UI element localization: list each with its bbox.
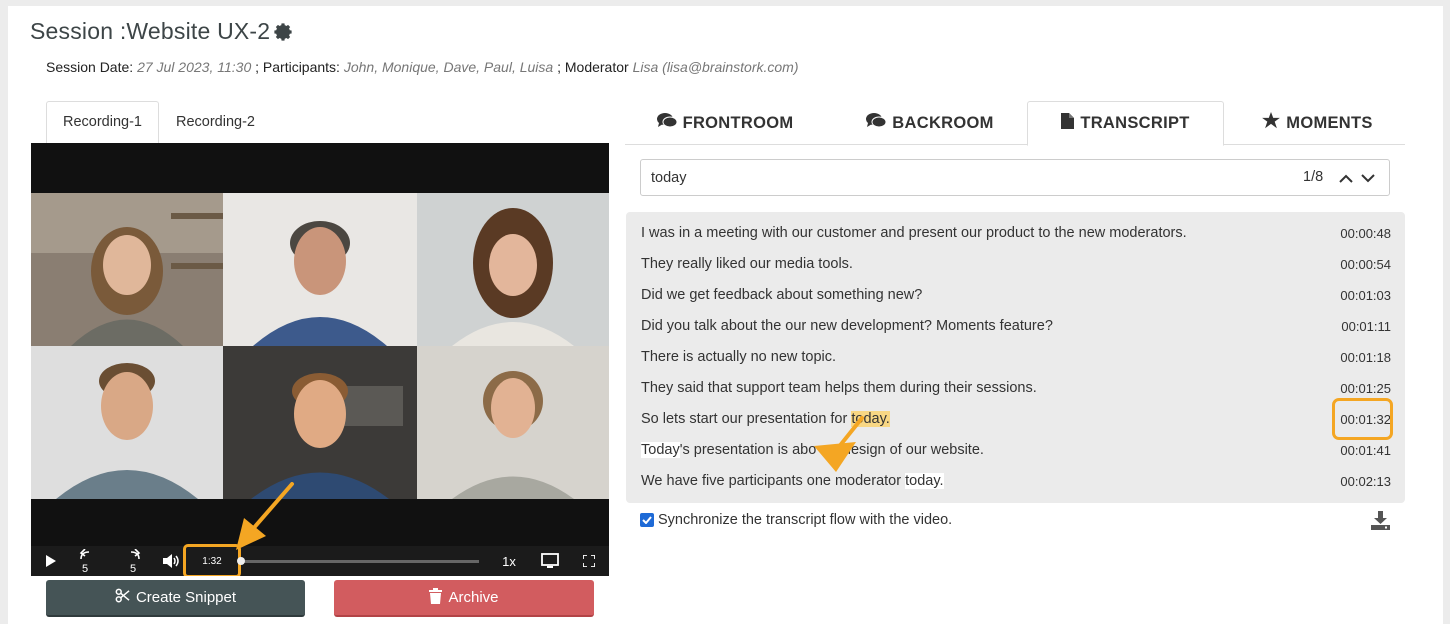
download-icon[interactable] xyxy=(1371,511,1390,530)
sync-option[interactable]: Synchronize the transcript flow with the… xyxy=(640,512,952,528)
chevron-down-icon[interactable] xyxy=(1358,166,1378,190)
participants-value: John, Monique, Dave, Paul, Luisa xyxy=(343,59,554,75)
transcript-timestamp[interactable]: 00:01:41 xyxy=(1340,443,1391,458)
transcript-text: We have five participants one moderator … xyxy=(641,473,944,489)
right-tabs: FRONTROOM BACKROOM TRANSCRIPT MOMENTS xyxy=(625,101,1405,146)
transcript-row[interactable]: They said that support team helps them d… xyxy=(626,373,1405,404)
recording-tabs: Recording-1 Recording-2 xyxy=(46,101,272,143)
tab-backroom[interactable]: BACKROOM xyxy=(830,101,1030,145)
file-icon xyxy=(1061,113,1075,134)
search-match: today. xyxy=(905,473,944,489)
transcript-timestamp[interactable]: 00:00:54 xyxy=(1340,257,1391,272)
scissors-icon xyxy=(115,588,130,607)
transcript-timestamp[interactable]: 00:00:48 xyxy=(1340,226,1391,241)
tab-recording-2[interactable]: Recording-2 xyxy=(159,101,272,143)
transcript-row[interactable]: Today's presentation is abo ew design of… xyxy=(626,435,1405,466)
tab-recording-1[interactable]: Recording-1 xyxy=(46,101,159,143)
transcript-fragment: There is actually no new topic. xyxy=(641,349,837,365)
forward-5-icon[interactable]: 5 xyxy=(123,546,145,576)
moderator-value: Lisa (lisa@brainstork.com) xyxy=(632,59,799,75)
transcript-timestamp[interactable]: 00:01:25 xyxy=(1340,381,1391,396)
fullscreen-icon[interactable] xyxy=(579,546,599,576)
participant-grid xyxy=(31,193,609,499)
transcript-row[interactable]: I was in a meeting with our customer and… xyxy=(626,218,1405,249)
transcript-list: I was in a meeting with our customer and… xyxy=(626,212,1405,503)
transcript-text: Did you talk about the our new developme… xyxy=(641,318,1053,334)
annotation-arrow xyxy=(236,482,294,550)
comments-icon xyxy=(656,112,678,134)
transcript-fragment: They really liked our media tools. xyxy=(641,256,853,272)
tab-frontroom[interactable]: FRONTROOM xyxy=(625,101,825,145)
seek-knob[interactable] xyxy=(237,557,245,565)
svg-text:5: 5 xyxy=(130,563,136,573)
trash-icon xyxy=(429,587,443,608)
transcript-row[interactable]: Did we get feedback about something new?… xyxy=(626,280,1405,311)
sync-label: Synchronize the transcript flow with the… xyxy=(658,512,953,528)
annotation-arrow xyxy=(814,416,864,472)
tab-moments[interactable]: MOMENTS xyxy=(1230,101,1405,145)
participants-label: ; Participants: xyxy=(255,59,340,75)
match-count: 1/8 xyxy=(1303,169,1324,185)
timestamp-highlight-box xyxy=(1332,398,1393,440)
page-title: Session :Website UX-2 xyxy=(30,18,294,45)
date-value: 27 Jul 2023, 11:30 xyxy=(137,59,252,75)
gear-icon[interactable] xyxy=(272,21,294,43)
session-title: Session :Website UX-2 xyxy=(30,18,271,44)
comments-icon xyxy=(866,112,887,134)
tab-transcript[interactable]: TRANSCRIPT xyxy=(1027,101,1224,146)
transcript-text: They really liked our media tools. xyxy=(641,256,853,272)
transcript-row[interactable]: They really liked our media tools. 00:00:… xyxy=(626,249,1405,280)
participant-video xyxy=(223,193,417,346)
svg-text:5: 5 xyxy=(82,563,88,573)
transcript-fragment: I was in a meeting with our customer and… xyxy=(641,225,1187,241)
transcript-fragment: Did we get feedback about something new? xyxy=(641,287,923,303)
transcript-fragment: Did you talk about the our new developme… xyxy=(641,318,1053,334)
rewind-5-icon[interactable]: 5 xyxy=(75,546,97,576)
transcript-search: 1/8 xyxy=(640,159,1390,196)
video-player[interactable]: 5 5 1:32 1x xyxy=(31,143,609,576)
archive-label: Archive xyxy=(448,589,499,606)
transcript-timestamp[interactable]: 00:01:03 xyxy=(1340,288,1391,303)
transcript-fragment: 's presentation is abo xyxy=(679,442,817,458)
transcript-row[interactable]: So lets start our presentation for today… xyxy=(626,404,1405,435)
transcript-row[interactable]: There is actually no new topic. 00:01:18 xyxy=(626,342,1405,373)
search-match: Today xyxy=(641,442,680,458)
chevron-up-icon[interactable] xyxy=(1336,166,1356,190)
transcript-text: They said that support team helps them d… xyxy=(641,380,1037,396)
participant-video xyxy=(417,346,609,499)
archive-button[interactable]: Archive xyxy=(334,580,594,617)
star-icon xyxy=(1262,112,1281,134)
sync-checkbox[interactable] xyxy=(640,513,654,527)
play-icon[interactable] xyxy=(43,546,59,576)
participant-video xyxy=(223,346,417,499)
participant-video xyxy=(31,346,223,499)
transcript-fragment: They said that support team helps them d… xyxy=(641,380,1037,396)
date-label: Session Date: xyxy=(46,59,134,75)
transcript-text: I was in a meeting with our customer and… xyxy=(641,225,1187,241)
transcript-timestamp[interactable]: 00:01:18 xyxy=(1340,350,1391,365)
participant-video xyxy=(417,193,609,346)
transcript-row[interactable]: We have five participants one moderator … xyxy=(626,466,1405,497)
participant-video xyxy=(31,193,223,346)
create-snippet-button[interactable]: Create Snippet xyxy=(46,580,305,617)
seek-bar[interactable] xyxy=(237,557,479,565)
speed-button[interactable]: 1x xyxy=(499,546,519,576)
transcript-text: Did we get feedback about something new? xyxy=(641,287,922,303)
transcript-timestamp[interactable]: 00:02:13 xyxy=(1340,474,1391,489)
transcript-row[interactable]: Did you talk about the our new developme… xyxy=(626,311,1405,342)
transcript-text: There is actually no new topic. xyxy=(641,349,836,365)
transcript-timestamp[interactable]: 00:01:11 xyxy=(1341,319,1391,334)
create-snippet-label: Create Snippet xyxy=(135,589,237,606)
search-input[interactable] xyxy=(649,166,1249,190)
volume-icon[interactable] xyxy=(161,546,183,576)
moderator-label: ; Moderator xyxy=(557,59,629,75)
session-meta: Session Date: 27 Jul 2023, 11:30 ; Parti… xyxy=(46,59,799,75)
cast-icon[interactable] xyxy=(539,546,561,576)
